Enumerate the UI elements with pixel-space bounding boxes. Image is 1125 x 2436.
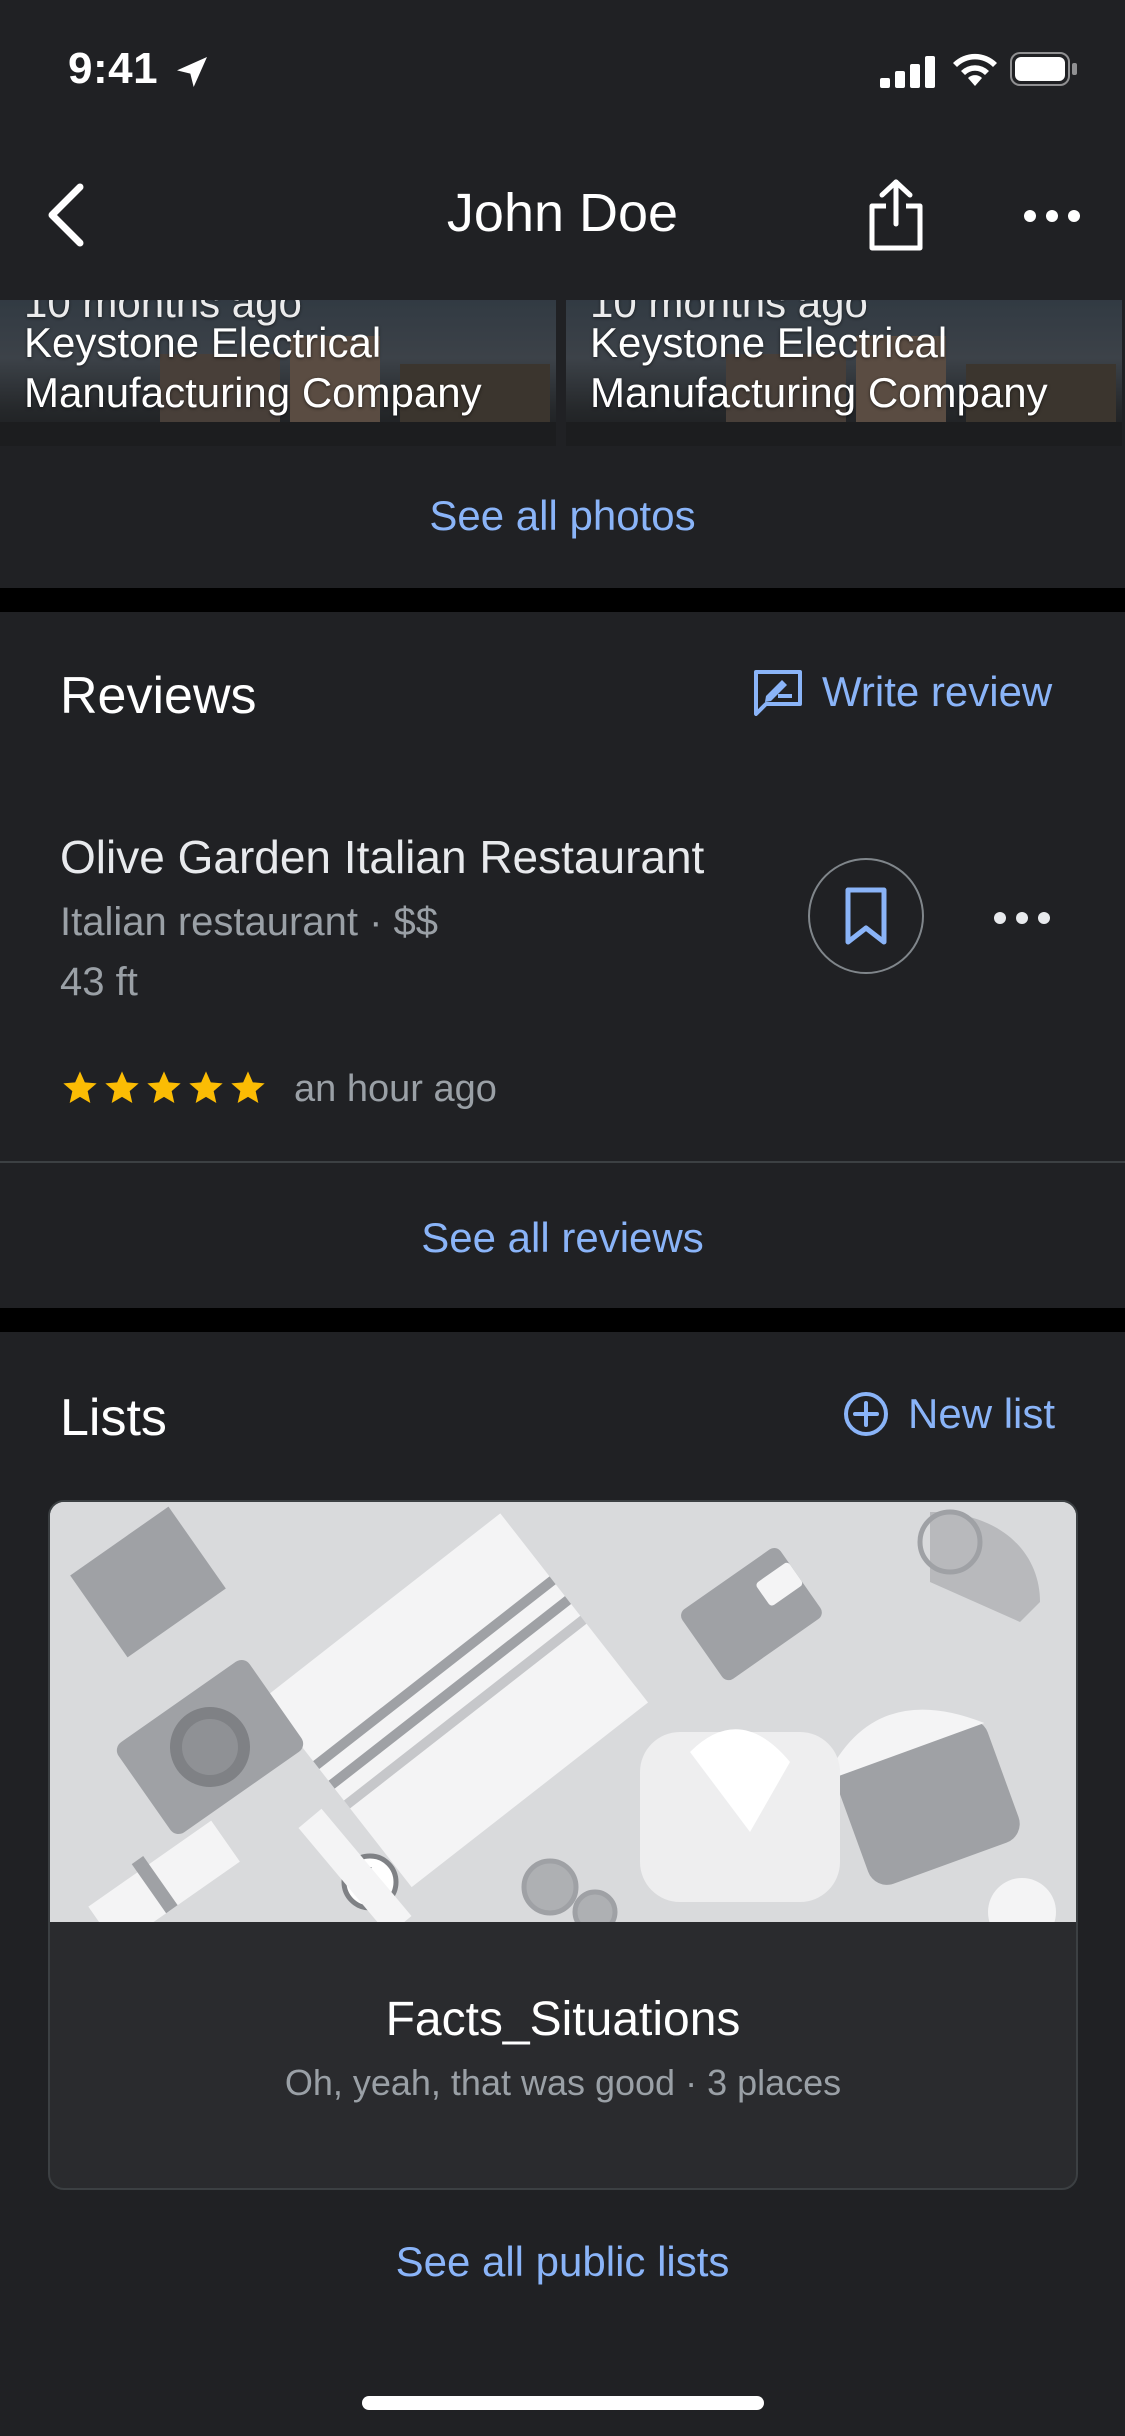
write-review-icon xyxy=(754,670,802,716)
signal-icon xyxy=(880,56,935,88)
new-list-label: New list xyxy=(908,1390,1056,1437)
list-subtitle: Oh, yeah, that was good · 3 places xyxy=(284,2062,842,2103)
reviews-heading: Reviews xyxy=(60,667,257,725)
bookmark-icon xyxy=(845,887,887,945)
photo-caption: Manufacturing Company xyxy=(24,369,482,416)
save-place-button[interactable] xyxy=(808,858,924,974)
lists-heading: Lists xyxy=(60,1389,167,1447)
home-indicator[interactable] xyxy=(362,2396,764,2410)
see-all-photos-link[interactable]: See all photos xyxy=(0,492,1125,540)
star-icon xyxy=(105,1071,139,1103)
location-arrow-icon xyxy=(177,57,207,87)
see-all-reviews-link[interactable]: See all reviews xyxy=(0,1214,1125,1262)
see-all-public-lists-link[interactable]: See all public lists xyxy=(0,2238,1125,2286)
wifi-icon xyxy=(953,53,997,86)
star-icon xyxy=(231,1071,265,1103)
section-divider xyxy=(0,1308,1125,1332)
page-title: John Doe xyxy=(446,183,679,243)
section-divider xyxy=(0,588,1125,612)
new-list-button[interactable]: New list xyxy=(842,1390,1055,1438)
review-time: an hour ago xyxy=(294,1068,497,1110)
more-icon[interactable] xyxy=(990,900,1054,936)
battery-icon xyxy=(1010,52,1077,86)
photos-strip: 10 months ago Keystone Electrical Manufa… xyxy=(0,300,1125,446)
divider xyxy=(0,1161,1125,1163)
star-icon xyxy=(147,1071,181,1103)
star-icon xyxy=(63,1071,97,1103)
star-rating xyxy=(60,1068,268,1108)
review-place-distance: 43 ft xyxy=(60,960,138,1004)
status-time: 9:41 xyxy=(68,44,159,93)
list-illustration xyxy=(50,1502,1076,1922)
review-place-name[interactable]: Olive Garden Italian Restaurant xyxy=(60,830,704,884)
photo-tile[interactable]: 10 months ago Keystone Electrical Manufa… xyxy=(0,300,556,446)
write-review-button[interactable]: Write review xyxy=(752,668,1052,716)
photo-tile[interactable]: 10 months ago Keystone Electrical Manufa… xyxy=(566,300,1122,446)
list-card[interactable]: Facts_Situations Oh, yeah, that was good… xyxy=(48,1500,1078,2190)
photo-date: 10 months ago xyxy=(24,300,302,326)
add-circle-icon xyxy=(844,1392,888,1436)
photo-caption: Manufacturing Company xyxy=(590,369,1048,416)
write-review-label: Write review xyxy=(822,668,1053,715)
list-name: Facts_Situations xyxy=(385,1993,741,2046)
photo-date: 10 months ago xyxy=(590,300,868,326)
review-place-category: Italian restaurant · $$ xyxy=(60,900,438,944)
share-icon[interactable] xyxy=(864,178,928,252)
star-icon xyxy=(189,1071,223,1103)
more-icon[interactable] xyxy=(1020,196,1084,236)
